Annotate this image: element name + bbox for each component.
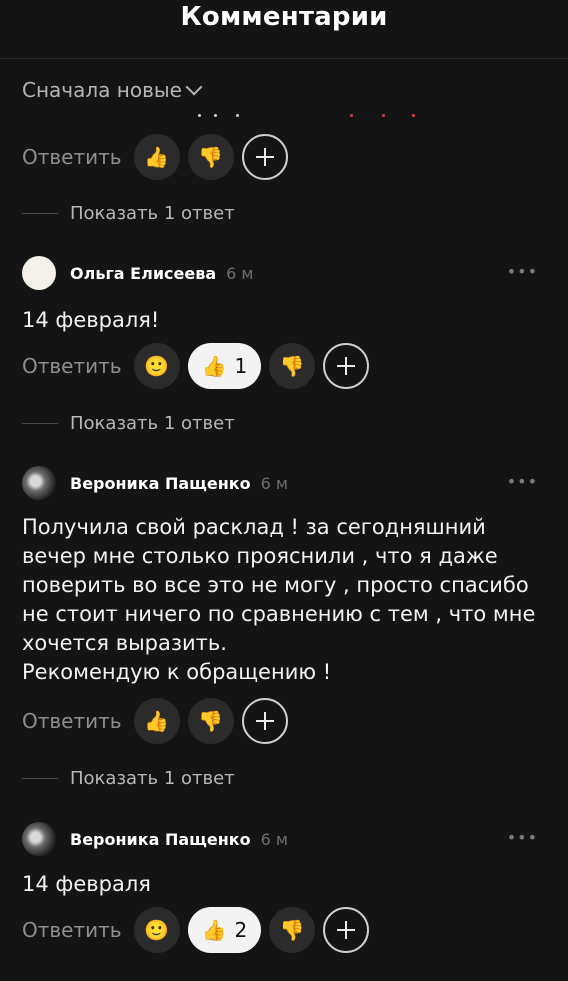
divider xyxy=(22,213,58,214)
reactor-avatar-icon: 🙂 xyxy=(144,354,170,378)
comment-text: Получила свой расклад ! за сегодняшний в… xyxy=(22,515,536,684)
dislike-button[interactable]: 👎 xyxy=(269,343,316,389)
show-replies-button[interactable]: Показать 1 ответ xyxy=(22,203,235,224)
thumbs-up-icon: 👍 xyxy=(144,709,170,733)
like-count: 2 xyxy=(234,918,248,942)
thumbs-down-icon: 👎 xyxy=(279,354,305,378)
plus-icon xyxy=(255,712,274,730)
avatar[interactable]: 🐱 xyxy=(22,256,56,290)
like-button[interactable]: 👍 1 xyxy=(187,343,262,389)
show-replies-button[interactable]: Показать 1 ответ xyxy=(22,768,235,789)
page-title: Комментарии xyxy=(180,2,388,32)
plus-icon xyxy=(337,921,356,939)
comment-author[interactable]: Вероника Пащенко 6 м xyxy=(22,822,288,856)
comment-text: 14 февраля xyxy=(22,872,151,896)
divider xyxy=(22,778,58,779)
chevron-down-icon xyxy=(185,78,203,96)
sort-dropdown[interactable]: Сначала новые xyxy=(22,78,203,102)
add-reaction-button[interactable] xyxy=(323,907,370,953)
like-button[interactable]: 👍 2 xyxy=(187,907,262,953)
thumbs-down-icon: 👎 xyxy=(198,145,224,169)
more-options-icon[interactable]: ••• xyxy=(507,828,538,847)
comment-time: 6 м xyxy=(260,829,288,849)
comment-actions: Ответить 👍 👎 xyxy=(22,134,288,180)
comment-time: 6 м xyxy=(226,263,254,283)
header-bar: Комментарии xyxy=(0,0,568,59)
thumbs-down-icon: 👎 xyxy=(279,918,305,942)
thumbs-up-icon: 👍 xyxy=(201,918,227,942)
reactions-avatars[interactable]: 🙂 xyxy=(133,343,180,389)
comment-actions: Ответить 🙂 👍 2 👎 xyxy=(22,907,370,953)
add-reaction-button[interactable] xyxy=(323,343,370,389)
comment-author[interactable]: 🐱 Ольга Елисеева 6 м xyxy=(22,256,253,290)
divider xyxy=(22,423,58,424)
reactor-avatar-icon: 🙂 xyxy=(144,918,170,942)
author-name[interactable]: Ольга Елисеева xyxy=(70,264,216,283)
author-name[interactable]: Вероника Пащенко xyxy=(70,474,251,493)
comment-time: 6 м xyxy=(260,473,288,493)
comment-actions: Ответить 🙂 👍 1 👎 xyxy=(22,343,370,389)
author-name[interactable]: Вероника Пащенко xyxy=(70,830,251,849)
plus-icon xyxy=(255,148,274,166)
like-button[interactable]: 👍 xyxy=(133,134,180,180)
like-count: 1 xyxy=(234,354,248,378)
show-replies-label: Показать 1 ответ xyxy=(70,413,235,434)
add-reaction-button[interactable] xyxy=(241,134,288,180)
plus-icon xyxy=(337,357,356,375)
reactions-avatars[interactable]: 🙂 xyxy=(133,907,180,953)
comment-actions: Ответить 👍 👎 xyxy=(22,698,288,744)
like-button[interactable]: 👍 xyxy=(133,698,180,744)
avatar[interactable] xyxy=(22,822,56,856)
reply-button[interactable]: Ответить xyxy=(22,145,122,169)
more-options-icon[interactable]: ••• xyxy=(507,472,538,491)
show-replies-label: Показать 1 ответ xyxy=(70,203,235,224)
dislike-button[interactable]: 👎 xyxy=(187,134,234,180)
sort-label: Сначала новые xyxy=(22,78,182,102)
comment-author[interactable]: Вероника Пащенко 6 м xyxy=(22,466,288,500)
dislike-button[interactable]: 👎 xyxy=(269,907,316,953)
thumbs-up-icon: 👍 xyxy=(201,354,227,378)
thumbs-up-icon: 👍 xyxy=(144,145,170,169)
reply-button[interactable]: Ответить xyxy=(22,709,122,733)
show-replies-label: Показать 1 ответ xyxy=(70,768,235,789)
dislike-button[interactable]: 👎 xyxy=(187,698,234,744)
thumbs-down-icon: 👎 xyxy=(198,709,224,733)
reply-button[interactable]: Ответить xyxy=(22,918,122,942)
add-reaction-button[interactable] xyxy=(241,698,288,744)
reply-button[interactable]: Ответить xyxy=(22,354,122,378)
comment-text: 14 февраля! xyxy=(22,308,160,332)
more-options-icon[interactable]: ••• xyxy=(507,262,538,281)
show-replies-button[interactable]: Показать 1 ответ xyxy=(22,413,235,434)
avatar[interactable] xyxy=(22,466,56,500)
